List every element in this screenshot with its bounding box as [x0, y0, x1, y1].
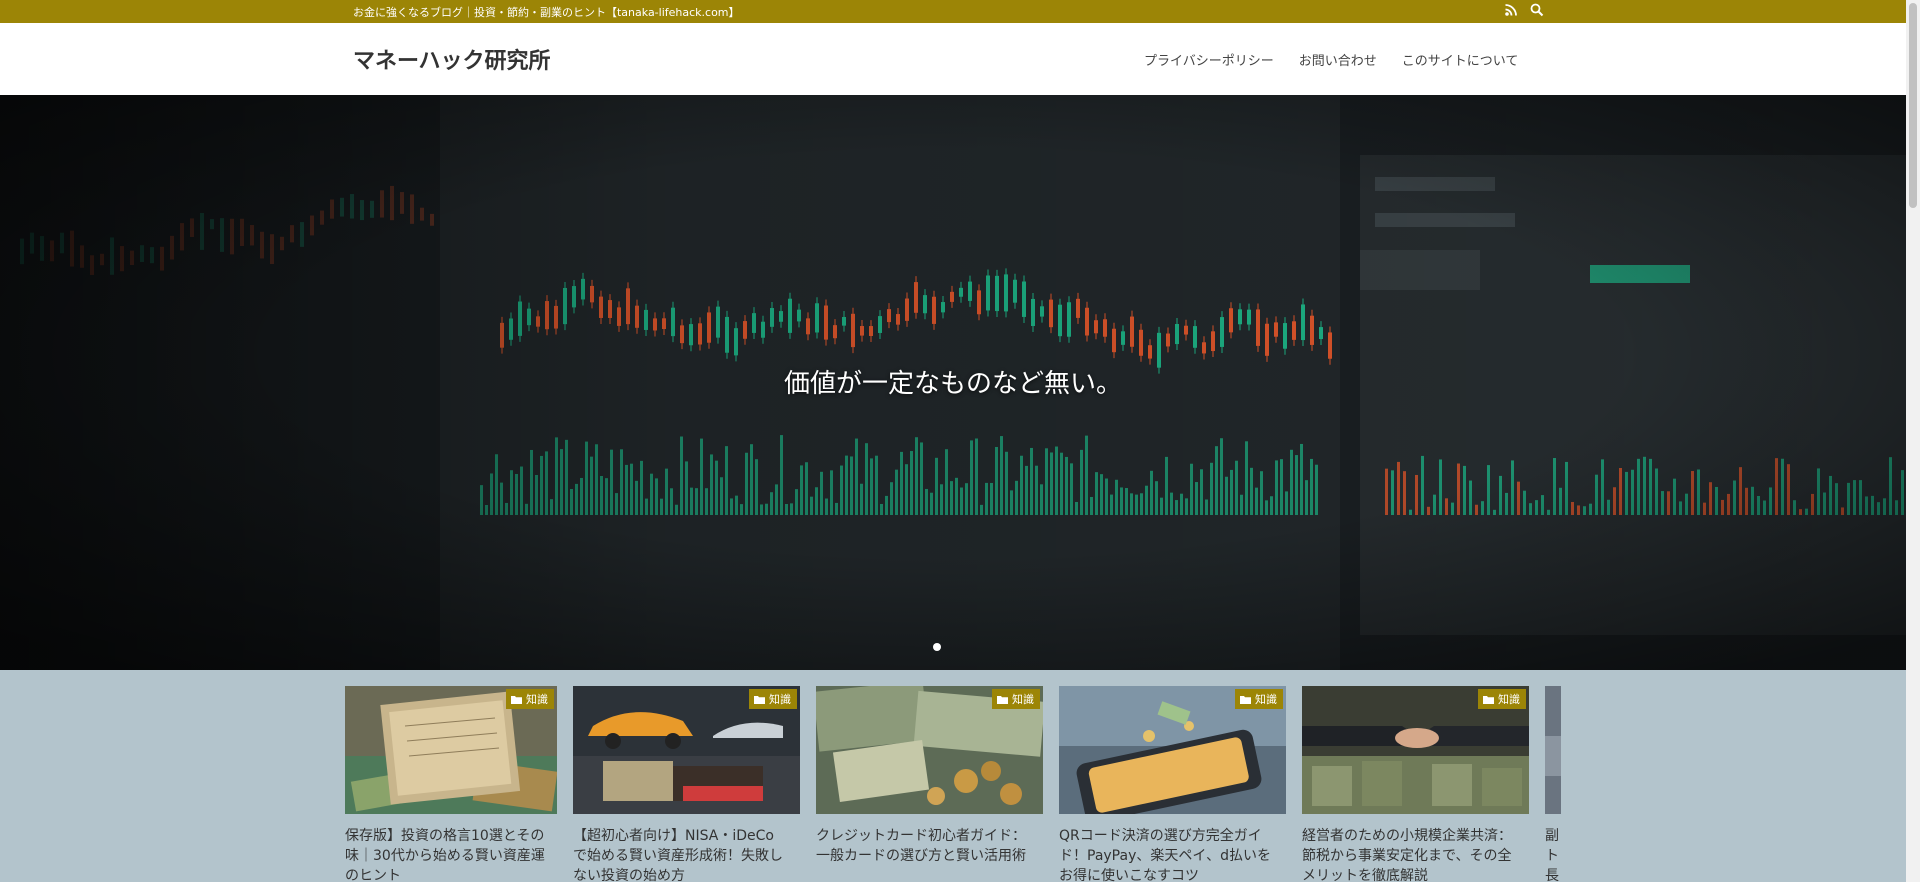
nav-item-about[interactable]: このサイトについて [1402, 50, 1519, 69]
slider-dot-active[interactable] [933, 643, 941, 651]
post-title[interactable]: 保存版】投資の格言10選とその 味｜30代から始める賢い資産運 のヒント [345, 826, 557, 882]
category-badge[interactable]: 知識 [506, 689, 554, 709]
rss-icon[interactable] [1504, 3, 1518, 17]
post-thumbnail[interactable]: 知識 [573, 686, 800, 814]
scrollbar-thumb[interactable] [1909, 3, 1917, 208]
category-label: 知識 [1498, 693, 1520, 706]
category-badge[interactable]: 知識 [1478, 689, 1526, 709]
nav-item-privacy-policy[interactable]: プライバシーポリシー [1144, 50, 1274, 69]
post-title[interactable]: 副 ト 長 [1545, 826, 1561, 882]
category-badge[interactable]: 知識 [992, 689, 1040, 709]
post-title[interactable]: 【超初心者向け】NISA・iDeCo で始める賢い資産形成術！失敗し ない投資の… [573, 826, 800, 882]
post-thumbnail[interactable]: 知識 [1302, 686, 1529, 814]
folder-icon [997, 695, 1008, 704]
post-thumbnail[interactable]: 知識 [816, 686, 1043, 814]
search-icon[interactable] [1530, 3, 1544, 17]
folder-icon [1240, 695, 1251, 704]
category-label: 知識 [1012, 693, 1034, 706]
site-header: マネーハック研究所 プライバシーポリシー お問い合わせ このサイトについて [0, 23, 1906, 95]
post-thumbnail[interactable]: 知識 [345, 686, 557, 814]
top-bar: お金に強くなるブログ｜投資・節約・副業のヒント【tanaka-lifehack.… [0, 0, 1906, 23]
category-badge[interactable]: 知識 [1235, 689, 1283, 709]
post-title[interactable]: 経営者のための小規模企業共済： 節税から事業安定化まで、その全 メリットを徹底解… [1302, 826, 1529, 882]
post-thumbnail[interactable] [1545, 686, 1561, 814]
category-badge[interactable]: 知識 [749, 689, 797, 709]
hero-caption: 価値が一定なものなど無い。 [783, 369, 1122, 399]
folder-icon [511, 695, 522, 704]
post-title[interactable]: クレジットカード初心者ガイド： 一般カードの選び方と賢い活用術 [816, 826, 1043, 866]
site-title[interactable]: マネーハック研究所 [353, 43, 551, 75]
site-tagline: お金に強くなるブログ｜投資・節約・副業のヒント【tanaka-lifehack.… [353, 6, 740, 19]
category-label: 知識 [526, 693, 548, 706]
category-label: 知識 [769, 693, 791, 706]
folder-icon [1483, 695, 1494, 704]
nav-item-contact[interactable]: お問い合わせ [1299, 50, 1377, 69]
post-thumbnail[interactable]: 知識 [1059, 686, 1286, 814]
folder-icon [754, 695, 765, 704]
post-title[interactable]: QRコード決済の選び方完全ガイ ド！PayPay、楽天ペイ、d払いを お得に使い… [1059, 826, 1286, 882]
post-carousel: 知識 保存版】投資の格言10選とその 味｜30代から始める賢い資産運 のヒント [345, 686, 1561, 882]
main-nav: プライバシーポリシー お問い合わせ このサイトについて [1144, 50, 1518, 69]
page-scrollbar[interactable] [1906, 0, 1920, 882]
topbar-icons [1504, 3, 1544, 17]
category-label: 知識 [1255, 693, 1277, 706]
hero-slider[interactable]: 価値が一定なものなど無い。 [0, 95, 1906, 670]
